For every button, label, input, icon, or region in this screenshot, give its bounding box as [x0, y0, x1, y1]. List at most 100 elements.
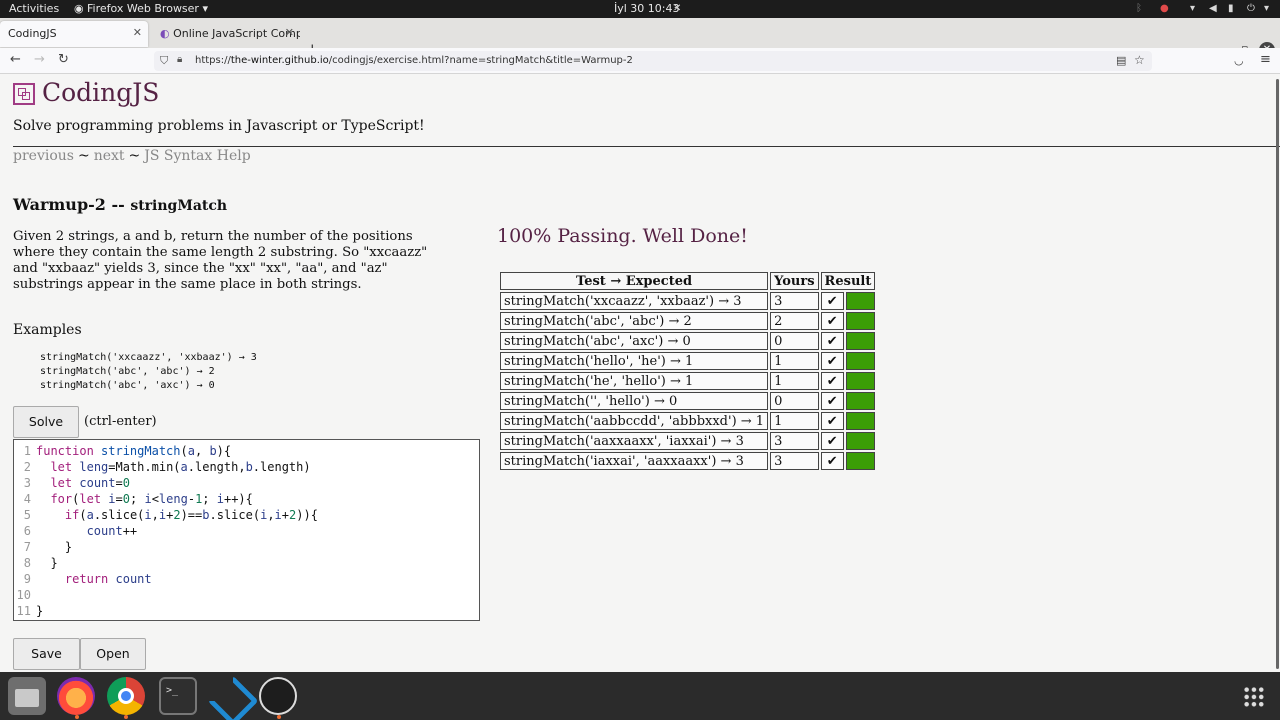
code-line: 5 if(a.slice(i,i+2)==b.slice(i,i+2)){ — [23, 508, 318, 522]
tab-online-js-compiler[interactable]: ◐ Online JavaScript Compil ✕ — [152, 21, 300, 47]
pass-check-icon: ✔ — [820, 412, 844, 430]
activities-button[interactable]: Activities — [9, 2, 59, 15]
pocket-icon[interactable]: ◡ — [1234, 54, 1244, 67]
problem-description: Given 2 strings, a and b, return the num… — [13, 229, 428, 292]
close-icon[interactable]: ✕ — [133, 26, 142, 39]
open-button[interactable]: Open — [80, 638, 146, 670]
problem-name: stringMatch — [130, 198, 228, 214]
code-line: 7 } — [23, 540, 73, 554]
dock: >_ — [0, 672, 1280, 720]
code-line: 1 function stringMatch(a, b){ — [23, 444, 232, 458]
firefox-icon[interactable] — [57, 677, 95, 715]
pass-indicator — [845, 452, 876, 470]
your-output-cell: 1 — [770, 352, 819, 370]
terminal-icon[interactable]: >_ — [159, 677, 197, 715]
code-line: 3 let count=0 — [23, 476, 130, 490]
files-icon[interactable] — [8, 677, 46, 715]
system-top-bar: Activities ◉ Firefox Web Browser ▾ İyl 3… — [0, 0, 1280, 18]
pass-indicator — [845, 312, 876, 330]
url-bar[interactable]: ⛉ 🔒︎ https://the-winter.github.io/coding… — [154, 51, 1152, 71]
code-line: 2 let leng=Math.min(a.length,b.length) — [23, 460, 311, 474]
chrome-icon[interactable] — [107, 677, 145, 715]
code-line: 9 return count — [23, 572, 152, 586]
test-expected-cell: stringMatch('', 'hello') → 0 — [500, 392, 769, 410]
result-row: stringMatch('aabbccdd', 'abbbxxd') → 1 1 ✔ — [500, 412, 876, 430]
test-expected-cell: stringMatch('aabbccdd', 'abbbxxd') → 1 — [500, 412, 769, 430]
your-output-cell: 3 — [770, 432, 819, 450]
your-output-cell: 2 — [770, 312, 819, 330]
pass-indicator — [845, 412, 876, 430]
tab-strip: CodingJS ✕ ◐ Online JavaScript Compil ✕ … — [0, 18, 1280, 58]
exercise-nav: previous ~ next ~ JS Syntax Help — [13, 148, 251, 164]
show-applications-icon[interactable] — [1243, 686, 1265, 708]
next-link[interactable]: next — [94, 148, 125, 164]
notifications-off-icon: ✕ — [673, 3, 682, 14]
test-expected-cell: stringMatch('abc', 'axc') → 0 — [500, 332, 769, 350]
pass-check-icon: ✔ — [820, 372, 844, 390]
system-menu-chevron-icon[interactable]: ▾ — [1264, 3, 1269, 14]
page-scrollbar[interactable] — [1276, 79, 1279, 669]
your-output-cell: 1 — [770, 372, 819, 390]
code-editor[interactable]: 1 function stringMatch(a, b){ 2 let leng=… — [13, 439, 480, 621]
tab-codingjs[interactable]: CodingJS ✕ — [0, 21, 148, 47]
code-line: 10 — [16, 588, 31, 602]
reader-view-icon[interactable]: ▤ — [1116, 54, 1126, 67]
syntax-help-link[interactable]: JS Syntax Help — [144, 148, 250, 164]
running-indicator — [75, 715, 79, 719]
close-icon[interactable]: ✕ — [285, 26, 294, 39]
code-line: 4 for(let i=0; i<leng-1; i++){ — [23, 492, 253, 506]
vscode-icon[interactable] — [209, 677, 247, 715]
example-line: stringMatch('abc', 'axc') → 0 — [40, 380, 215, 391]
solve-shortcut-hint: (ctrl-enter) — [84, 414, 157, 429]
result-row: stringMatch('aaxxaaxx', 'iaxxai') → 3 3 ✔ — [500, 432, 876, 450]
lock-icon[interactable]: 🔒︎ — [177, 54, 182, 65]
volume-icon[interactable]: ◀ — [1209, 3, 1217, 14]
code-line: 8 } — [23, 556, 58, 570]
page-content: CodingJS Solve programming problems in J… — [0, 75, 1280, 672]
header-divider — [13, 146, 1280, 147]
obs-studio-icon[interactable] — [259, 677, 297, 715]
column-header-yours: Yours — [770, 272, 819, 290]
forward-icon[interactable]: → — [34, 52, 45, 67]
test-expected-cell: stringMatch('aaxxaaxx', 'iaxxai') → 3 — [500, 432, 769, 450]
reload-icon[interactable]: ↻ — [58, 52, 69, 67]
pass-check-icon: ✔ — [820, 332, 844, 350]
your-output-cell: 3 — [770, 292, 819, 310]
results-header-row: Test → Expected Yours Result — [500, 272, 876, 290]
record-icon[interactable]: ● — [1160, 3, 1169, 14]
back-icon[interactable]: ← — [10, 52, 21, 67]
app-menu[interactable]: Firefox Web Browser ▾ — [87, 2, 208, 15]
pass-check-icon: ✔ — [820, 352, 844, 370]
test-expected-cell: stringMatch('xxcaazz', 'xxbaaz') → 3 — [500, 292, 769, 310]
site-title: CodingJS — [42, 78, 160, 107]
shield-icon[interactable]: ⛉ — [160, 54, 168, 68]
nav-bar: ← → ↻ ⛉ 🔒︎ https://the-winter.github.io/… — [0, 48, 1280, 74]
bluetooth-icon[interactable]: ᛒ — [1136, 3, 1142, 14]
example-line: stringMatch('abc', 'abc') → 2 — [40, 366, 215, 377]
result-row: stringMatch('', 'hello') → 0 0 ✔ — [500, 392, 876, 410]
tab-label: CodingJS — [8, 27, 57, 40]
menu-icon[interactable]: ≡ — [1260, 52, 1271, 67]
running-indicator — [277, 715, 281, 719]
test-expected-cell: stringMatch('abc', 'abc') → 2 — [500, 312, 769, 330]
url-text[interactable]: https://the-winter.github.io/codingjs/ex… — [195, 55, 633, 66]
problem-group: Warmup-2 -- — [13, 195, 125, 214]
save-button[interactable]: Save — [13, 638, 80, 670]
code-line: 11} — [16, 604, 44, 618]
bookmark-star-icon[interactable]: ☆ — [1134, 53, 1145, 67]
result-row: stringMatch('abc', 'abc') → 2 2 ✔ — [500, 312, 876, 330]
power-icon[interactable]: ⏻ — [1247, 3, 1255, 14]
tab-label: Online JavaScript Compil — [173, 27, 300, 40]
battery-icon[interactable]: ▮ — [1228, 3, 1234, 14]
site-subtitle: Solve programming problems in Javascript… — [13, 118, 425, 134]
clock[interactable]: İyl 30 10:43 — [614, 2, 680, 15]
pass-check-icon: ✔ — [820, 452, 844, 470]
nav-separator: ~ — [128, 148, 141, 164]
pass-check-icon: ✔ — [820, 292, 844, 310]
wifi-icon[interactable]: ▾ — [1190, 3, 1195, 14]
result-row: stringMatch('iaxxai', 'aaxxaaxx') → 3 3 ✔ — [500, 452, 876, 470]
pass-indicator — [845, 352, 876, 370]
previous-link[interactable]: previous — [13, 148, 74, 164]
solve-button[interactable]: Solve — [13, 406, 79, 438]
pass-check-icon: ✔ — [820, 392, 844, 410]
